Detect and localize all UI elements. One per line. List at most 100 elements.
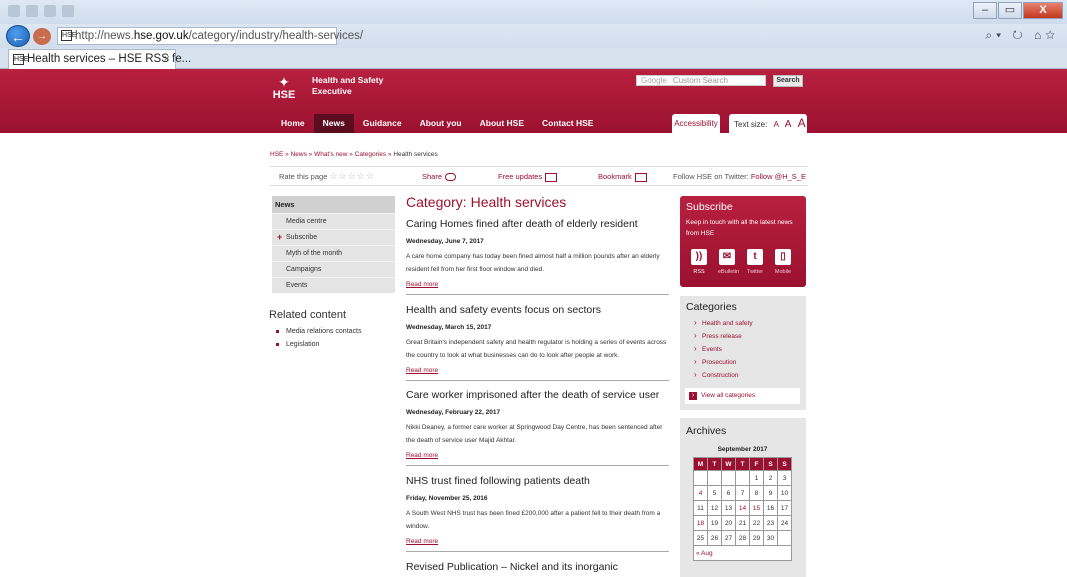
calendar-day: 12 xyxy=(707,500,722,516)
calendar-prev-month-link[interactable]: « Aug xyxy=(693,545,792,561)
text-size-control: Text size: A A A xyxy=(729,114,807,133)
weekday: T xyxy=(707,457,722,471)
section-nav: News Media centre Subscribe Myth of the … xyxy=(272,196,395,293)
rating-stars-icon[interactable]: ☆☆☆☆☆ xyxy=(329,171,374,181)
updates-label: Free updates xyxy=(498,172,543,181)
search-input[interactable]: Google Custom Search xyxy=(636,75,766,86)
related-item[interactable]: Media relations contacts xyxy=(276,328,361,335)
calendar-day: 30 xyxy=(763,530,778,546)
read-more-link[interactable]: Read more xyxy=(406,452,669,459)
ebulletin-channel[interactable]: ✉ eBulletin xyxy=(718,249,739,275)
calendar-day-link[interactable]: 4 xyxy=(693,485,708,501)
category-link[interactable]: Prosecution xyxy=(694,357,806,372)
subscribe-channels: )) RSS ✉ eBulletin t Twitter ▯ Mobile xyxy=(690,249,792,275)
save-icon[interactable] xyxy=(8,5,20,17)
mobile-channel[interactable]: ▯ Mobile xyxy=(774,249,792,275)
address-bar-row: ← → HSE http://news.hse.gov.uk/category/… xyxy=(0,24,1067,48)
nav-contact-hse[interactable]: Contact HSE xyxy=(533,114,602,133)
weekday: W xyxy=(721,457,736,471)
category-link[interactable]: Press release xyxy=(694,331,806,346)
speech-bubble-icon xyxy=(445,173,457,182)
main-nav: Home News Guidance About you About HSE C… xyxy=(272,114,602,133)
calendar-day: 7 xyxy=(735,485,750,501)
nav-about-hse[interactable]: About HSE xyxy=(471,114,533,133)
tab-close-icon[interactable]: × xyxy=(164,50,170,68)
calendar-day-link[interactable]: 14 xyxy=(735,500,750,516)
categories-list: Health and safety Press release Events P… xyxy=(680,313,806,385)
calendar-day-link[interactable]: 15 xyxy=(749,500,764,516)
article-title[interactable]: NHS trust fined following patients death xyxy=(406,475,669,487)
nav-about-you[interactable]: About you xyxy=(411,114,471,133)
calendar-week: 25 26 27 28 29 30 xyxy=(693,530,792,546)
hse-logo[interactable]: ✦ HSE xyxy=(270,75,298,103)
article-summary: Nikki Deaney, a former care worker at Sp… xyxy=(406,424,663,444)
breadcrumb-current: Health services xyxy=(393,151,438,158)
follow-label: Follow HSE on Twitter: xyxy=(673,172,749,181)
url-prefix: http://news. xyxy=(75,30,134,42)
search-button[interactable]: Search xyxy=(773,75,803,87)
redo-icon[interactable] xyxy=(44,5,56,17)
article-title[interactable]: Health and safety events focus on sector… xyxy=(406,304,669,316)
breadcrumb-trail[interactable]: HSE » News » What's new » Categories » xyxy=(270,151,392,158)
article-date: Wednesday, February 22, 2017 xyxy=(406,409,501,416)
browser-tab[interactable]: HSE Health services – HSE RSS fe... × xyxy=(8,49,191,69)
text-size-small[interactable]: A xyxy=(774,120,779,129)
related-item[interactable]: Legislation xyxy=(276,341,361,348)
article-summary: Great Britain's independent safety and h… xyxy=(406,339,667,359)
weekday: T xyxy=(735,457,750,471)
text-size-large[interactable]: A xyxy=(798,116,806,130)
bookmark-link[interactable]: Bookmark xyxy=(598,167,647,186)
nav-guidance[interactable]: Guidance xyxy=(354,114,411,133)
free-updates-link[interactable]: Free updates xyxy=(498,167,558,186)
tab-strip: HSE Health services – HSE RSS fe... × xyxy=(0,48,1067,69)
calendar-day-link[interactable]: 18 xyxy=(693,515,708,531)
page-toolstrip: Rate this page ☆☆☆☆☆ Share Free updates … xyxy=(270,166,808,186)
calendar-day: 23 xyxy=(763,515,778,531)
twitter-channel[interactable]: t Twitter xyxy=(746,249,764,275)
category-link[interactable]: Construction xyxy=(694,370,806,385)
article-title[interactable]: Care worker imprisoned after the death o… xyxy=(406,389,669,401)
read-more-link[interactable]: Read more xyxy=(406,281,669,288)
url-host: hse.gov.uk xyxy=(133,30,189,42)
article-item: Health and safety events focus on sector… xyxy=(406,304,669,381)
category-link[interactable]: Health and safety xyxy=(694,318,806,333)
section-nav-myth[interactable]: Myth of the month xyxy=(272,245,395,261)
undo-icon[interactable] xyxy=(26,5,38,17)
calendar-day xyxy=(735,470,750,486)
twitter-follow: Follow HSE on Twitter: Follow @H_S_E xyxy=(673,167,806,186)
maximize-button[interactable]: ▭ xyxy=(998,2,1022,19)
section-nav-campaigns[interactable]: Campaigns xyxy=(272,261,395,277)
nav-home[interactable]: Home xyxy=(272,114,314,133)
share-label: Share xyxy=(422,172,443,181)
read-more-link[interactable]: Read more xyxy=(406,367,669,374)
rss-channel[interactable]: )) RSS xyxy=(690,249,708,275)
section-nav-heading[interactable]: News xyxy=(272,196,395,213)
section-nav-subscribe[interactable]: Subscribe xyxy=(272,229,395,245)
address-bar-actions[interactable]: ⌕▾ ↻ ⌂☆ xyxy=(985,28,1059,43)
minimize-button[interactable]: – xyxy=(973,2,997,19)
calendar-day: 29 xyxy=(749,530,764,546)
view-all-categories-link[interactable]: View all categories xyxy=(685,388,800,404)
section-nav-media-centre[interactable]: Media centre xyxy=(272,213,395,229)
forward-button[interactable]: → xyxy=(33,28,51,45)
address-bar[interactable]: HSE http://news.hse.gov.uk/category/indu… xyxy=(57,27,363,45)
calendar-day: 21 xyxy=(735,515,750,531)
nav-news[interactable]: News xyxy=(313,114,354,133)
article-title[interactable]: Caring Homes fined after death of elderl… xyxy=(406,218,669,230)
text-size-medium[interactable]: A xyxy=(785,119,792,130)
back-button[interactable]: ← xyxy=(6,25,30,47)
mobile-icon: ▯ xyxy=(775,249,791,265)
customize-icon[interactable] xyxy=(62,5,74,17)
twitter-handle-link[interactable]: Follow @H_S_E xyxy=(751,172,806,181)
category-link[interactable]: Events xyxy=(694,344,806,359)
share-link[interactable]: Share xyxy=(422,167,457,186)
section-nav-events[interactable]: Events xyxy=(272,277,395,293)
article-title[interactable]: Revised Publication – Nickel and its ino… xyxy=(406,561,669,573)
read-more-link[interactable]: Read more xyxy=(406,538,669,545)
article-summary: A care home company has today been fined… xyxy=(406,253,660,273)
calendar-day: 22 xyxy=(749,515,764,531)
close-window-button[interactable]: X xyxy=(1023,2,1063,19)
accessibility-link[interactable]: Accessibility xyxy=(672,114,720,133)
categories-title: Categories xyxy=(686,301,737,313)
related-content-title: Related content xyxy=(269,309,347,321)
